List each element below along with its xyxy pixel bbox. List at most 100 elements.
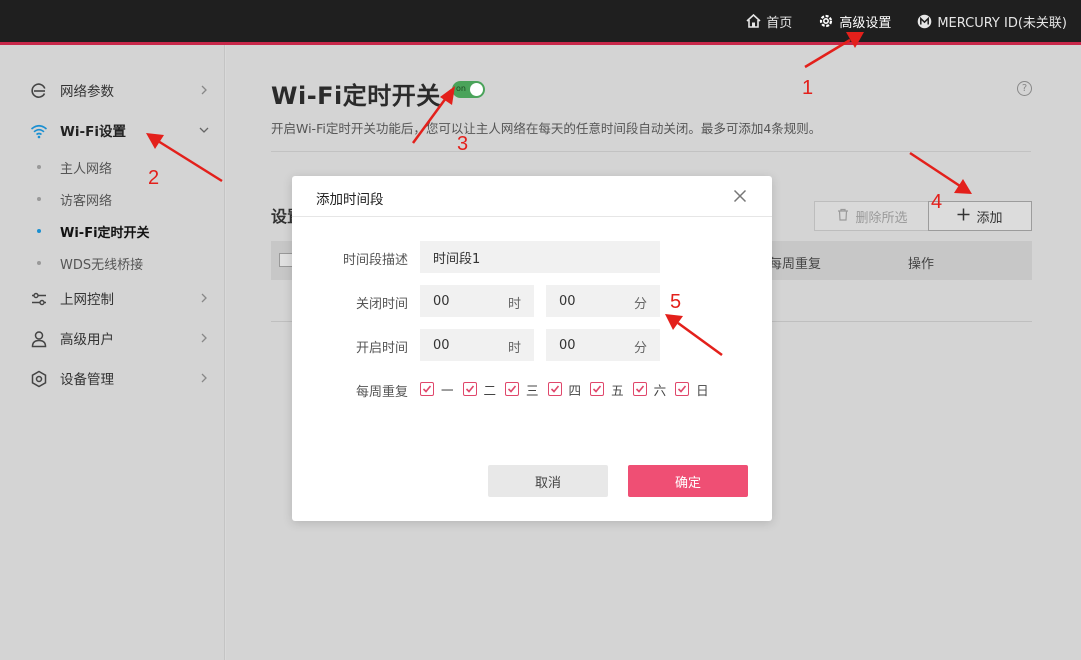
checkmark-icon <box>547 382 562 396</box>
weekday-label: 四 <box>568 382 582 398</box>
open-hour-value: 00 <box>433 337 450 353</box>
sidebar-item-label: 网络参数 <box>60 84 114 100</box>
checkmark-icon <box>462 382 477 396</box>
sidebar-subitem-wds-bridge[interactable]: WDS无线桥接 <box>0 250 225 276</box>
divider <box>271 151 1031 152</box>
close-icon[interactable] <box>732 188 748 204</box>
sidebar-item-label: 设备管理 <box>60 372 114 388</box>
checkmark-icon <box>675 382 690 396</box>
weekday-checkboxes: 一 二 三 四 五 六 日 <box>420 380 718 399</box>
nav-advanced-label: 高级设置 <box>839 15 892 31</box>
column-actions: 操作 <box>908 257 935 272</box>
description-input[interactable]: 时间段1 <box>420 241 660 273</box>
dialog-header: 添加时间段 <box>292 176 772 217</box>
sidebar-item-label: 上网控制 <box>60 292 114 308</box>
weekday-fri[interactable]: 五 <box>590 380 624 399</box>
hour-unit: 时 <box>507 297 521 312</box>
weekly-repeat-label: 每周重复 <box>355 385 408 400</box>
weekday-wed[interactable]: 三 <box>505 380 539 399</box>
network-e-icon <box>30 82 48 100</box>
bullet-dot <box>37 197 41 201</box>
toggle-knob <box>470 83 483 96</box>
wifi-icon <box>30 122 48 140</box>
sidebar-item-network-params[interactable]: 网络参数 <box>0 74 225 106</box>
hour-unit: 时 <box>507 341 521 356</box>
open-time-label: 开启时间 <box>355 341 408 356</box>
nav-home-label: 首页 <box>766 15 793 31</box>
sidebar-subitem-guest-network[interactable]: 访客网络 <box>0 186 225 212</box>
annotation-number-3: 3 <box>457 133 469 155</box>
annotation-number-1: 1 <box>802 77 814 99</box>
delete-label: 删除所选 <box>855 210 908 226</box>
weekday-label: 五 <box>611 382 624 398</box>
weekday-label: 二 <box>483 382 497 398</box>
weekday-label: 六 <box>653 382 667 398</box>
checkmark-icon <box>590 382 605 396</box>
sidebar: 网络参数 Wi-Fi设置 主人网络 访客网络 Wi-Fi定时开关 WDS无线桥接… <box>0 45 225 660</box>
weekday-thu[interactable]: 四 <box>547 380 582 399</box>
close-minute-value: 00 <box>559 293 576 309</box>
sidebar-subitem-label: Wi-Fi定时开关 <box>60 225 150 241</box>
sidebar-subitem-label: 访客网络 <box>60 193 113 209</box>
annotation-number-4: 4 <box>931 191 943 213</box>
weekday-sun[interactable]: 日 <box>675 380 709 399</box>
sidebar-subitem-label: 主人网络 <box>60 161 113 177</box>
sidebar-subitem-label: WDS无线桥接 <box>60 257 144 273</box>
annotation-number-5: 5 <box>670 291 682 313</box>
sidebar-subitem-wifi-schedule[interactable]: Wi-Fi定时开关 <box>0 218 225 244</box>
add-button[interactable]: 添加 <box>928 201 1032 231</box>
top-navigation: 首页 高级设置 MERCURY ID(未关联) <box>746 0 1067 42</box>
user-icon <box>30 330 48 348</box>
sidebar-item-label: Wi-Fi设置 <box>60 124 126 140</box>
chevron-right-icon <box>198 292 210 304</box>
weekday-mon[interactable]: 一 <box>420 380 454 399</box>
nav-account-label: MERCURY ID(未关联) <box>937 15 1067 31</box>
cancel-button[interactable]: 取消 <box>488 465 608 497</box>
trash-icon <box>837 208 849 225</box>
toggle-state-text: on <box>456 84 466 93</box>
bullet-dot <box>37 229 41 233</box>
plus-icon <box>957 208 970 225</box>
wifi-schedule-toggle[interactable]: on <box>452 81 485 98</box>
page-description: 开启Wi-Fi定时开关功能后，您可以让主人网络在每天的任意时间段自动关闭。最多可… <box>271 121 822 136</box>
sidebar-item-internet-control[interactable]: 上网控制 <box>0 282 225 314</box>
checkmark-icon <box>632 382 647 396</box>
open-minute-input[interactable]: 00 分 <box>546 329 660 361</box>
confirm-button[interactable]: 确定 <box>628 465 748 497</box>
weekday-label: 三 <box>526 382 539 398</box>
gear-icon <box>818 13 834 29</box>
sidebar-item-advanced-user[interactable]: 高级用户 <box>0 322 225 354</box>
bullet-dot <box>37 261 41 265</box>
sidebar-subitem-host-network[interactable]: 主人网络 <box>0 154 225 180</box>
weekday-label: 一 <box>441 382 454 398</box>
device-gear-icon <box>30 370 48 388</box>
mercury-logo-icon <box>917 14 932 29</box>
delete-selected-button[interactable]: 删除所选 <box>814 201 931 231</box>
add-time-slot-dialog: 添加时间段 时间段描述 时间段1 关闭时间 00 时 00 分 开启时间 00 … <box>292 176 772 521</box>
sidebar-item-wifi-settings[interactable]: Wi-Fi设置 <box>0 114 225 146</box>
close-hour-input[interactable]: 00 时 <box>420 285 534 317</box>
close-minute-input[interactable]: 00 分 <box>546 285 660 317</box>
open-minute-value: 00 <box>559 337 576 353</box>
nav-mercury-id[interactable]: MERCURY ID(未关联) <box>917 12 1067 31</box>
dialog-title: 添加时间段 <box>316 192 384 208</box>
column-weekly-repeat: 每周重复 <box>769 257 822 272</box>
chevron-right-icon <box>198 332 210 344</box>
bullet-dot <box>37 165 41 169</box>
nav-advanced-settings[interactable]: 高级设置 <box>818 12 891 31</box>
close-hour-value: 00 <box>433 293 450 309</box>
minute-unit: 分 <box>633 297 647 312</box>
checkmark-icon <box>420 382 434 396</box>
sidebar-item-device-management[interactable]: 设备管理 <box>0 362 225 394</box>
checkmark-icon <box>505 382 520 396</box>
help-icon[interactable]: ? <box>1017 81 1032 96</box>
sliders-icon <box>30 290 48 308</box>
weekday-tue[interactable]: 二 <box>462 380 497 399</box>
nav-home[interactable]: 首页 <box>746 12 792 31</box>
home-icon <box>746 14 761 28</box>
open-hour-input[interactable]: 00 时 <box>420 329 534 361</box>
weekday-sat[interactable]: 六 <box>632 380 667 399</box>
chevron-right-icon <box>198 84 210 96</box>
annotation-number-2: 2 <box>148 167 160 189</box>
page-title: Wi-Fi定时开关 <box>271 82 441 110</box>
